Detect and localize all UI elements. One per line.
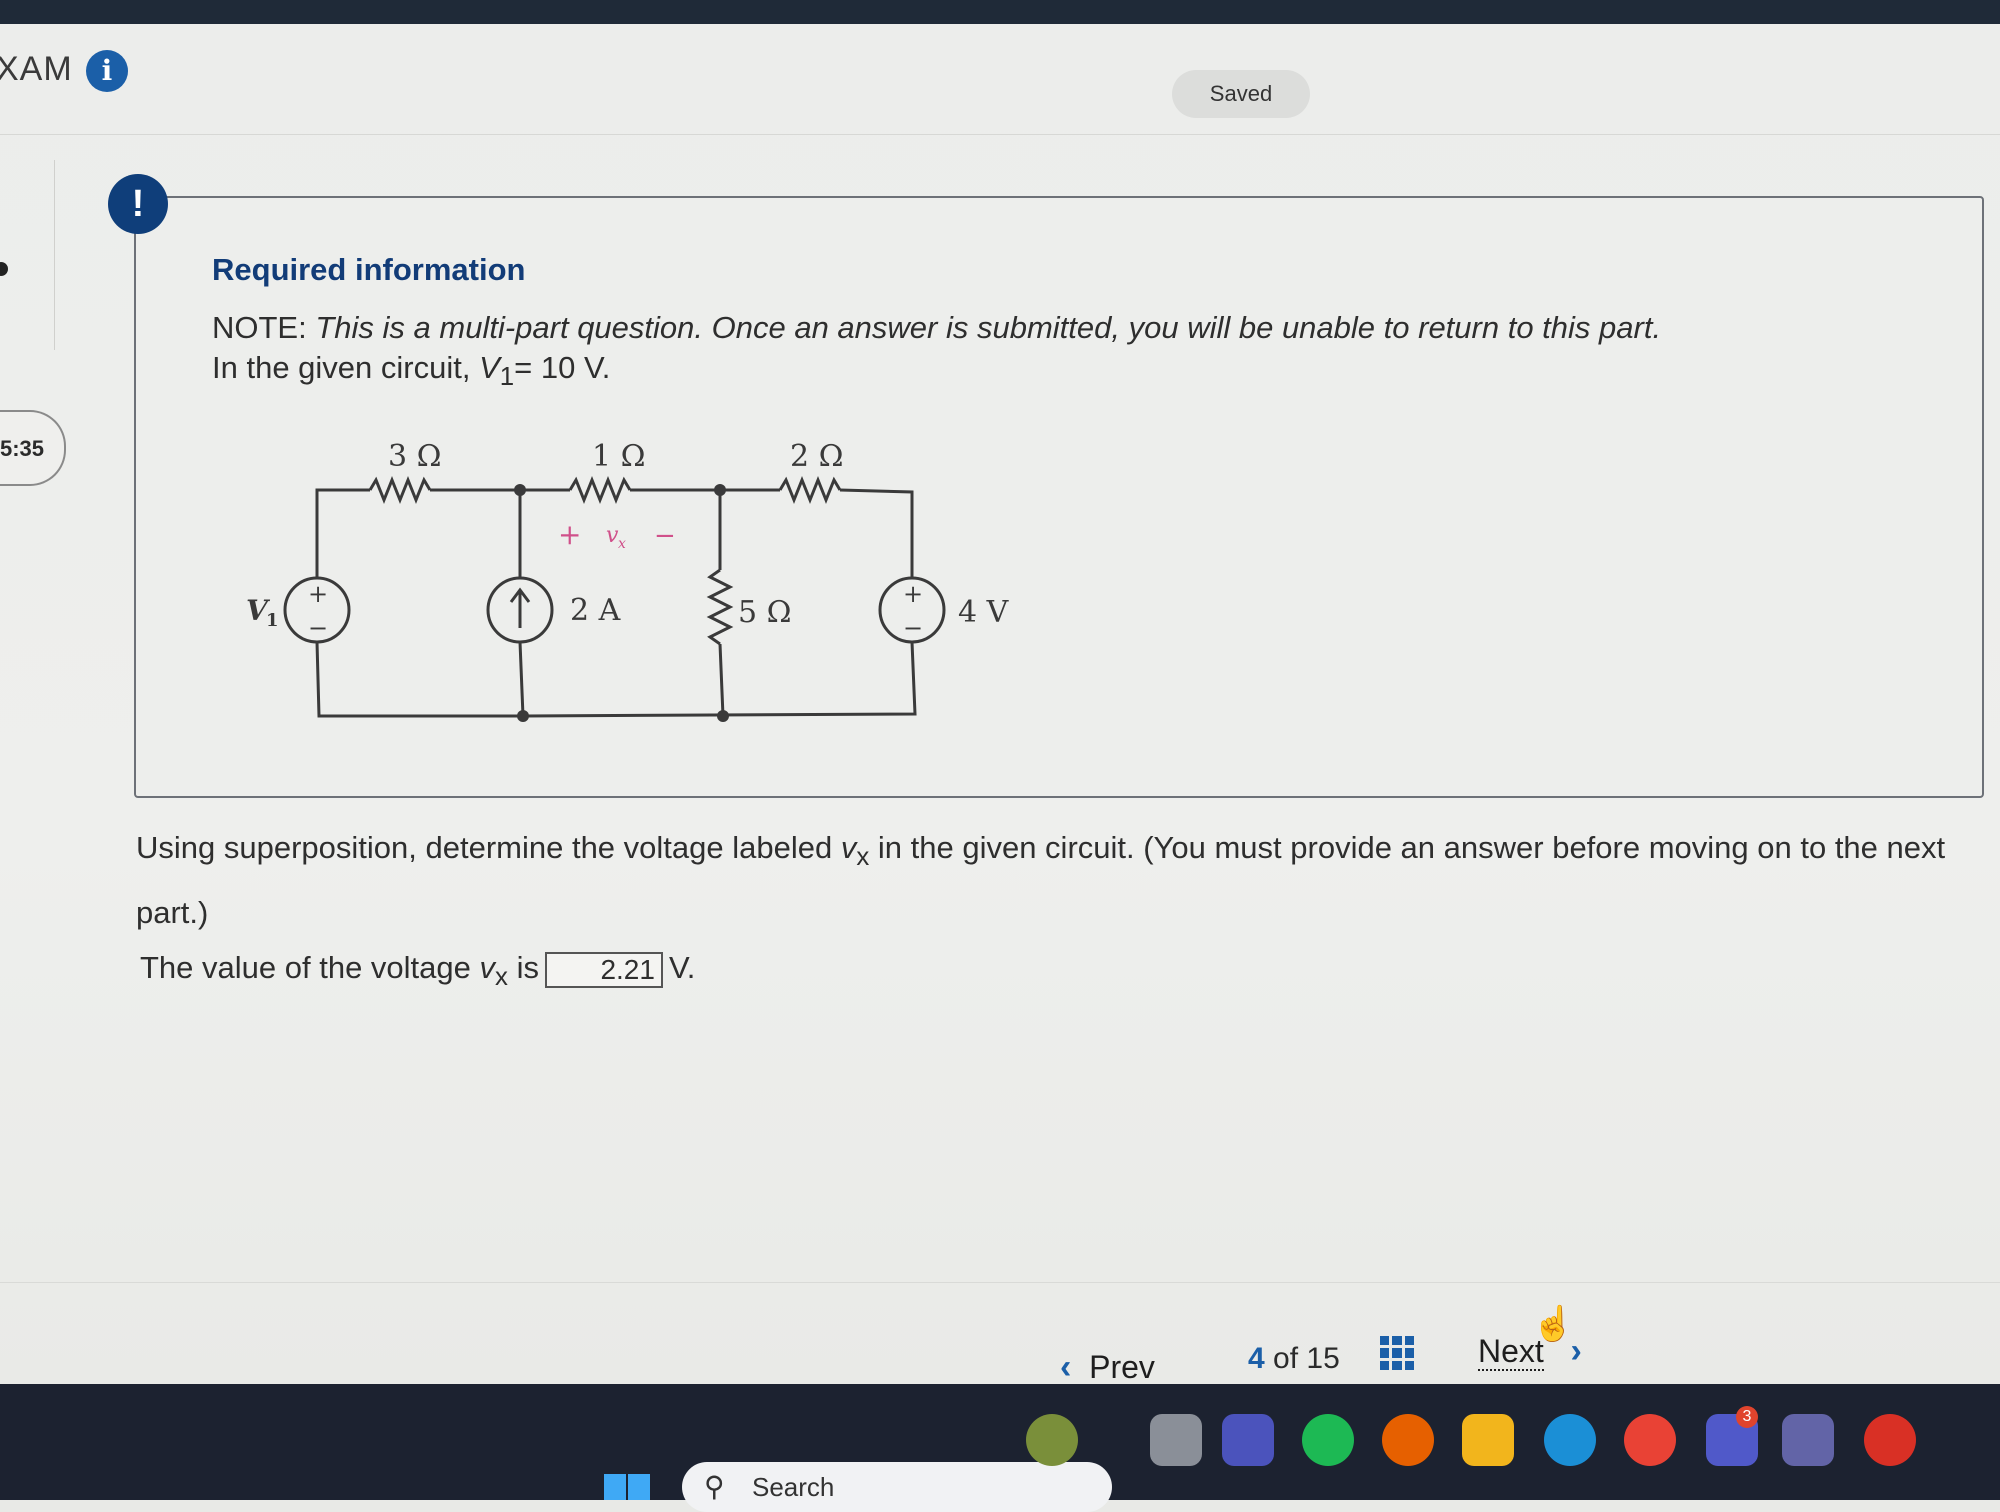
wire-isource-bottom bbox=[518, 641, 525, 717]
wire-left-top bbox=[315, 488, 370, 505]
total-questions: of 15 bbox=[1273, 1342, 1340, 1375]
required-information-title: Required information bbox=[212, 252, 526, 287]
nav-divider bbox=[0, 1282, 2000, 1283]
answer-unit: V. bbox=[668, 950, 696, 985]
chevron-left-icon: ‹ bbox=[1060, 1348, 1072, 1386]
task-view-icon[interactable] bbox=[1150, 1414, 1202, 1466]
note-prefix: NOTE: bbox=[212, 310, 307, 345]
taskbar-search-label: Search bbox=[752, 1472, 835, 1502]
prev-button[interactable]: ‹ Prev bbox=[1060, 1348, 1155, 1387]
v4-plus: + bbox=[903, 580, 923, 608]
question-variable-sub: x bbox=[856, 843, 870, 872]
given-prefix: In the given circuit, bbox=[212, 350, 471, 385]
windows-start-icon[interactable] bbox=[604, 1474, 650, 1500]
label-1ohm: 1 Ω bbox=[592, 439, 646, 474]
taskbar-search[interactable]: ⚲ Search bbox=[682, 1462, 1112, 1512]
given-variable: V bbox=[479, 350, 500, 385]
label-4v: 4 V bbox=[958, 595, 1010, 630]
info-icon[interactable]: i bbox=[86, 50, 128, 92]
timer-readout: 5:35 bbox=[0, 436, 45, 461]
file-explorer-icon[interactable] bbox=[1462, 1414, 1514, 1466]
label-2a: 2 A bbox=[570, 593, 621, 628]
resistor-1ohm-zigzag bbox=[568, 475, 632, 505]
answer-variable: v bbox=[479, 950, 496, 985]
question-grid-icon[interactable] bbox=[1380, 1336, 1414, 1370]
prev-label: Prev bbox=[1089, 1349, 1155, 1387]
wire-right-top bbox=[839, 488, 914, 578]
search-icon: ⚲ bbox=[704, 1471, 725, 1502]
question-pager: 4 of 15 bbox=[1248, 1342, 1340, 1376]
teams-new-icon[interactable]: 3 bbox=[1706, 1406, 1758, 1466]
question-variable: v bbox=[840, 830, 857, 865]
node-c-dot bbox=[517, 710, 529, 722]
spotify-icon[interactable] bbox=[1302, 1414, 1354, 1466]
multi-part-note: NOTE: This is a multi-part question. Onc… bbox=[212, 310, 1661, 346]
circuit-diagram: 3 Ω 1 Ω 2 Ω 5 Ω 2 A 4 V V 1 + − + − + v … bbox=[246, 439, 1010, 722]
notification-badge: 3 bbox=[1736, 1406, 1758, 1428]
v1-minus: − bbox=[308, 614, 328, 642]
wire-v1-bottom bbox=[315, 641, 525, 718]
given-value: = 10 V. bbox=[514, 350, 611, 385]
v1-plus: + bbox=[308, 580, 328, 608]
edge-icon[interactable] bbox=[1544, 1414, 1596, 1466]
node-d-dot bbox=[717, 710, 729, 722]
current-question-number: 4 bbox=[1248, 1342, 1265, 1375]
exam-header bbox=[0, 24, 2000, 135]
label-2ohm: 2 Ω bbox=[790, 439, 844, 474]
given-statement: In the given circuit, V1= 10 V. bbox=[212, 350, 610, 392]
resistor-5ohm-zigzag bbox=[706, 568, 734, 646]
hand-cursor-icon: ☝ bbox=[1532, 1305, 1575, 1343]
answer-variable-sub: x bbox=[495, 963, 508, 992]
sidebar-divider bbox=[54, 160, 55, 350]
answer-input[interactable]: 2.21 bbox=[544, 951, 663, 988]
taskbar-app-icon[interactable] bbox=[1026, 1414, 1078, 1466]
vx-minus: − bbox=[654, 521, 676, 551]
label-3ohm: 3 Ω bbox=[388, 439, 442, 474]
firefox-icon[interactable] bbox=[1382, 1414, 1434, 1466]
v4-minus: − bbox=[903, 614, 923, 642]
saved-status-badge: Saved bbox=[1172, 70, 1310, 118]
chrome-profile-icon[interactable] bbox=[1864, 1414, 1916, 1466]
question-part-a: Using superposition, determine the volta… bbox=[136, 830, 833, 865]
given-subscript: 1 bbox=[499, 363, 515, 392]
node-a-dot bbox=[514, 484, 526, 496]
teams-classic-icon[interactable] bbox=[1782, 1414, 1834, 1466]
wire-5ohm-bottom bbox=[718, 643, 725, 717]
exam-title: XAM bbox=[0, 50, 73, 88]
label-v1-sub: 1 bbox=[266, 610, 279, 631]
vx-label-sub: x bbox=[618, 536, 626, 552]
resistor-3ohm-zigzag bbox=[368, 475, 432, 505]
label-5ohm: 5 Ω bbox=[738, 595, 792, 630]
note-text: This is a multi-part question. Once an a… bbox=[315, 310, 1662, 345]
answer-row: The value of the voltage vx is 2.21 V. bbox=[140, 950, 695, 992]
question-text: Using superposition, determine the volta… bbox=[136, 820, 1966, 941]
chrome-icon[interactable] bbox=[1624, 1414, 1676, 1466]
current-source-arrow bbox=[509, 587, 531, 628]
answer-is: is bbox=[516, 950, 539, 985]
vx-plus: + bbox=[558, 518, 581, 551]
screen-top-bezel bbox=[0, 0, 2000, 24]
answer-label: The value of the voltage bbox=[140, 950, 471, 985]
teams-icon[interactable] bbox=[1222, 1414, 1274, 1466]
node-b-dot bbox=[714, 484, 726, 496]
exclamation-icon: ! bbox=[108, 174, 168, 234]
resistor-2ohm-zigzag bbox=[778, 475, 842, 505]
